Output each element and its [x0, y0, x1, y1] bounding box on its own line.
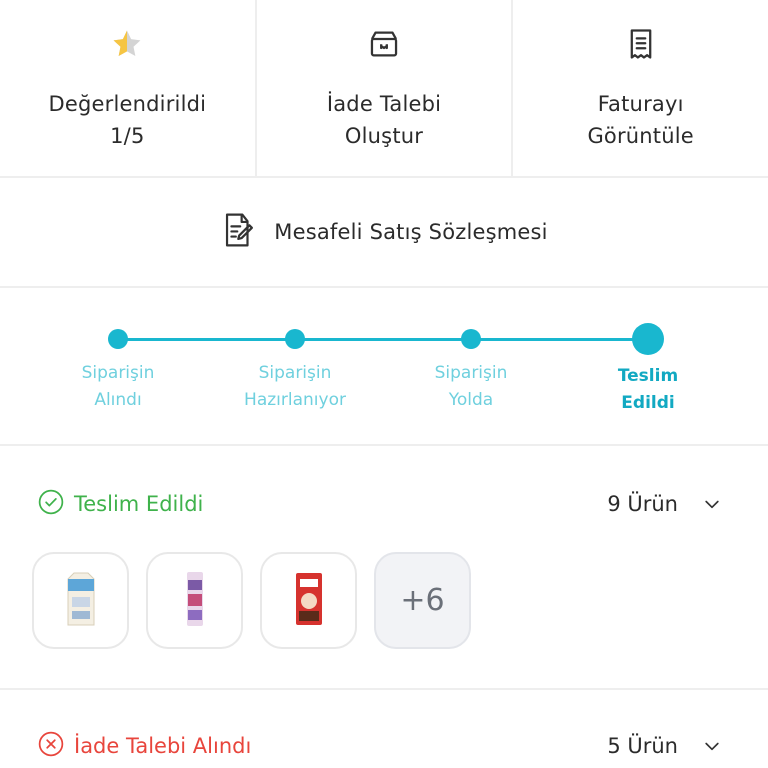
chevron-down-icon[interactable]	[700, 734, 724, 758]
rating-value: 1/5	[110, 124, 145, 148]
step-dot	[285, 329, 305, 349]
return-status: İade Talebi Alındı	[74, 734, 252, 758]
chevron-down-icon[interactable]	[700, 492, 724, 516]
rating-action[interactable]: Değerlendirildi 1/5	[0, 0, 255, 176]
more-products-button[interactable]: +6	[374, 552, 471, 649]
snack-bar-image	[184, 570, 206, 632]
x-circle-icon	[38, 731, 64, 761]
view-invoice-label-2: Görüntüle	[587, 124, 694, 148]
document-edit-icon	[220, 211, 256, 253]
step-dot	[461, 329, 481, 349]
view-invoice-action[interactable]: Faturayı Görüntüle	[511, 0, 768, 176]
step-label: Siparişin	[258, 363, 332, 383]
cereal-box-image	[294, 571, 324, 631]
step-label: Siparişin	[434, 363, 508, 383]
step-label-2: Yolda	[448, 390, 494, 410]
rating-label: Değerlendirildi	[48, 92, 207, 116]
progress-line	[118, 338, 648, 341]
check-circle-icon	[38, 489, 64, 519]
product-thumbnail[interactable]	[260, 552, 357, 649]
step-label-2: Alındı	[94, 390, 142, 410]
product-thumbnail[interactable]	[32, 552, 129, 649]
delivered-shipment: Teslim Edildi 9 Ürün +6	[0, 448, 768, 690]
return-box-icon	[364, 24, 404, 64]
distance-sales-contract-link[interactable]: Mesafeli Satış Sözleşmesi	[0, 178, 768, 288]
step-label-2: Hazırlanıyor	[244, 390, 346, 410]
step-label: Siparişin	[81, 363, 155, 383]
step-dot-current	[632, 323, 664, 355]
step-label: Teslim	[617, 366, 679, 386]
return-shipment: İade Talebi Alındı 5 Ürün	[0, 692, 768, 768]
view-invoice-label: Faturayı	[597, 92, 684, 116]
delivered-item-count: 9 Ürün	[607, 492, 678, 516]
return-header[interactable]: İade Talebi Alındı 5 Ürün	[38, 730, 724, 762]
contract-label: Mesafeli Satış Sözleşmesi	[274, 220, 548, 244]
delivered-header[interactable]: Teslim Edildi 9 Ürün	[38, 488, 724, 520]
invoice-icon	[621, 24, 661, 64]
product-thumbnail[interactable]	[146, 552, 243, 649]
star-icon	[107, 24, 147, 64]
milk-carton-image	[64, 571, 98, 631]
return-item-count: 5 Ürün	[607, 734, 678, 758]
order-actions: Değerlendirildi 1/5 İade Talebi Oluştur …	[0, 0, 768, 178]
step-dot	[108, 329, 128, 349]
create-return-label: İade Talebi	[326, 92, 442, 116]
step-label-2: Edildi	[621, 393, 675, 413]
product-thumbnails: +6	[32, 552, 471, 649]
order-progress-tracker: Siparişin Alındı Siparişin Hazırlanıyor …	[0, 290, 768, 446]
create-return-action[interactable]: İade Talebi Oluştur	[254, 0, 512, 176]
create-return-label-2: Oluştur	[344, 124, 424, 148]
delivered-status: Teslim Edildi	[74, 492, 204, 516]
